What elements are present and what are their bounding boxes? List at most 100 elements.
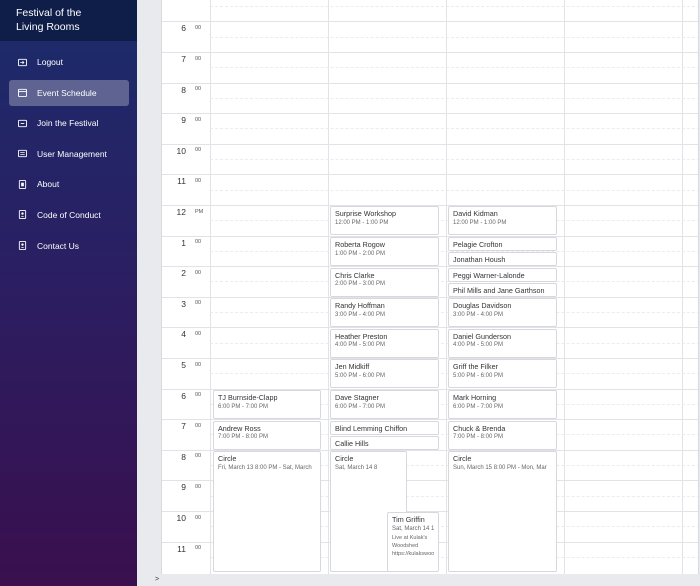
hour-suffix: 00 [195,24,202,31]
hour-suffix: 00 [195,239,202,246]
event-title: Chuck & Brenda [453,423,506,433]
event-title: Blind Lemming Chiffon [335,423,408,433]
column-divider [328,0,329,574]
event-title: Phil Mills and Jane Garthson [453,285,545,295]
calendar-main: 6 00 7 00 8 00 9 00 10 00 11 00 12 PM 1 00 2 00 3… [137,0,700,586]
event-time: 12:00 PM - 1:00 PM [453,219,507,226]
nav-label: Code of Conduct [37,209,101,220]
event-time: 4:00 PM - 5:00 PM [335,342,386,349]
nav-item-about[interactable]: About [9,171,129,197]
hour-label: 8 [181,84,186,95]
event-time: 5:00 PM - 6:00 PM [335,372,386,379]
hour-suffix: 00 [195,514,202,521]
nav-label: Contact Us [37,240,80,251]
event-card[interactable]: Circle Sun, March 15 8:00 PM - Mon, Mar [448,451,557,573]
event-title: Daniel Gunderson [453,331,511,341]
sidebar-nav: Logout Event Schedule Join the Festival … [0,41,137,259]
hour-row: 10 00 [162,143,698,175]
hour-suffix: 00 [195,453,202,460]
app-brand[interactable]: Festival of the Living Rooms [0,0,137,41]
event-time: 3:00 PM - 4:00 PM [335,311,386,318]
event-description: Live at Kulak's [392,534,428,541]
hour-label: 5 [181,360,186,370]
column-divider [682,0,683,574]
document-icon [18,210,27,220]
column-divider [564,0,565,574]
hour-row: 7 00 [162,52,698,83]
event-card[interactable]: Callie Hills [330,435,439,450]
event-title: Circle [453,454,472,464]
event-title: Randy Hoffman [335,301,385,311]
event-card[interactable]: Surprise Workshop 12:00 PM - 1:00 PM [330,206,439,236]
event-card[interactable]: TJ Burnside-Clapp 6:00 PM - 7:00 PM [213,390,321,419]
event-card[interactable]: Heather Preston 4:00 PM - 5:00 PM [330,328,439,358]
hour-suffix: 00 [195,483,202,490]
hour-label: 12 [176,207,186,217]
event-card[interactable]: Jonathan Housh [448,252,557,267]
nav-item-logout[interactable]: Logout [9,49,129,75]
week-calendar-grid[interactable]: 6 00 7 00 8 00 9 00 10 00 11 00 12 PM 1 00 2 00 3… [161,0,699,574]
nav-item-join-the-festival[interactable]: Join the Festival [9,110,129,136]
event-card[interactable]: Pelagie Crofton [448,237,557,251]
users-icon [18,149,27,158]
event-card[interactable]: Blind Lemming Chiffon [330,420,439,435]
nav-label: About [37,179,60,190]
hour-label: 10 [176,513,186,523]
hour-suffix: 00 [195,300,202,307]
event-title: Dave Stagner [335,393,379,402]
event-card[interactable]: Chuck & Brenda 7:00 PM - 8:00 PM [448,420,557,450]
event-title: Peggi Warner-Lalonde [453,270,525,280]
hour-label: 6 [181,23,186,34]
hour-suffix: 00 [195,86,202,93]
nav-item-code-of-conduct[interactable]: Code of Conduct [9,202,129,228]
event-card[interactable]: Chris Clarke 2:00 PM - 3:00 PM [330,267,439,297]
event-title: Jonathan Housh [453,255,506,265]
event-link[interactable]: https://kulakswoo [392,550,435,558]
hour-label: 10 [176,145,186,156]
event-card[interactable]: Randy Hoffman 3:00 PM - 4:00 PM [330,298,439,328]
event-card[interactable]: Griff the Filker 5:00 PM - 6:00 PM [448,359,557,389]
event-title: Douglas Davidson [453,301,512,311]
contact-icon [18,241,27,251]
event-title: Heather Preston [335,331,388,341]
event-card[interactable]: Andrew Ross 7:00 PM - 8:00 PM [213,420,321,450]
event-time: 7:00 PM - 8:00 PM [453,434,504,441]
nav-item-event-schedule[interactable]: Event Schedule [9,79,129,106]
hour-row: 8 00 [162,82,698,114]
nav-item-contact-us[interactable]: Contact Us [9,233,129,259]
event-card[interactable]: Peggi Warner-Lalonde [448,267,557,282]
event-title: Roberta Rogow [335,240,385,249]
hour-label: 9 [181,115,186,126]
event-time: 1:00 PM - 2:00 PM [335,250,386,257]
hour-row-partial [162,0,698,21]
event-card[interactable]: Dave Stagner 6:00 PM - 7:00 PM [330,390,439,419]
logout-icon [18,58,27,67]
event-card[interactable]: Roberta Rogow 1:00 PM - 2:00 PM [330,237,439,266]
hour-label: 8 [181,451,186,462]
event-time: 6:00 PM - 7:00 PM [335,403,386,410]
event-time: 6:00 PM - 7:00 PM [453,403,504,410]
event-title: Mark Horning [453,393,497,402]
event-card[interactable]: Douglas Davidson 3:00 PM - 4:00 PM [448,298,557,328]
event-card[interactable]: Daniel Gunderson 4:00 PM - 5:00 PM [448,328,557,358]
event-title: Andrew Ross [218,423,261,433]
event-title: Tim Griffin [392,515,425,525]
event-time: 3:00 PM - 4:00 PM [453,311,504,318]
event-card[interactable]: Mark Horning 6:00 PM - 7:00 PM [448,390,557,419]
hour-suffix: 00 [195,361,202,368]
event-time: 5:00 PM - 6:00 PM [453,372,504,379]
event-title: Surprise Workshop [335,209,396,219]
event-card[interactable]: Tim Griffin Sat, March 14 1 Live at Kula… [387,512,439,573]
event-card[interactable]: Jen Midkiff 5:00 PM - 6:00 PM [330,359,439,389]
hour-row: 9 00 [162,113,698,144]
event-time: Sat, March 14 8 [335,464,378,471]
hour-suffix: 00 [195,422,202,429]
nav-item-user-management[interactable]: User Management [9,141,129,167]
event-card[interactable]: David Kidman 12:00 PM - 1:00 PM [448,206,557,236]
hour-label: 7 [181,54,186,64]
event-card[interactable]: Circle Fri, March 13 8:00 PM - Sat, Marc… [213,451,321,573]
nav-label: Join the Festival [37,118,99,129]
event-title: TJ Burnside-Clapp [218,393,278,402]
join-icon [18,119,27,128]
event-card[interactable]: Phil Mills and Jane Garthson [448,282,557,297]
